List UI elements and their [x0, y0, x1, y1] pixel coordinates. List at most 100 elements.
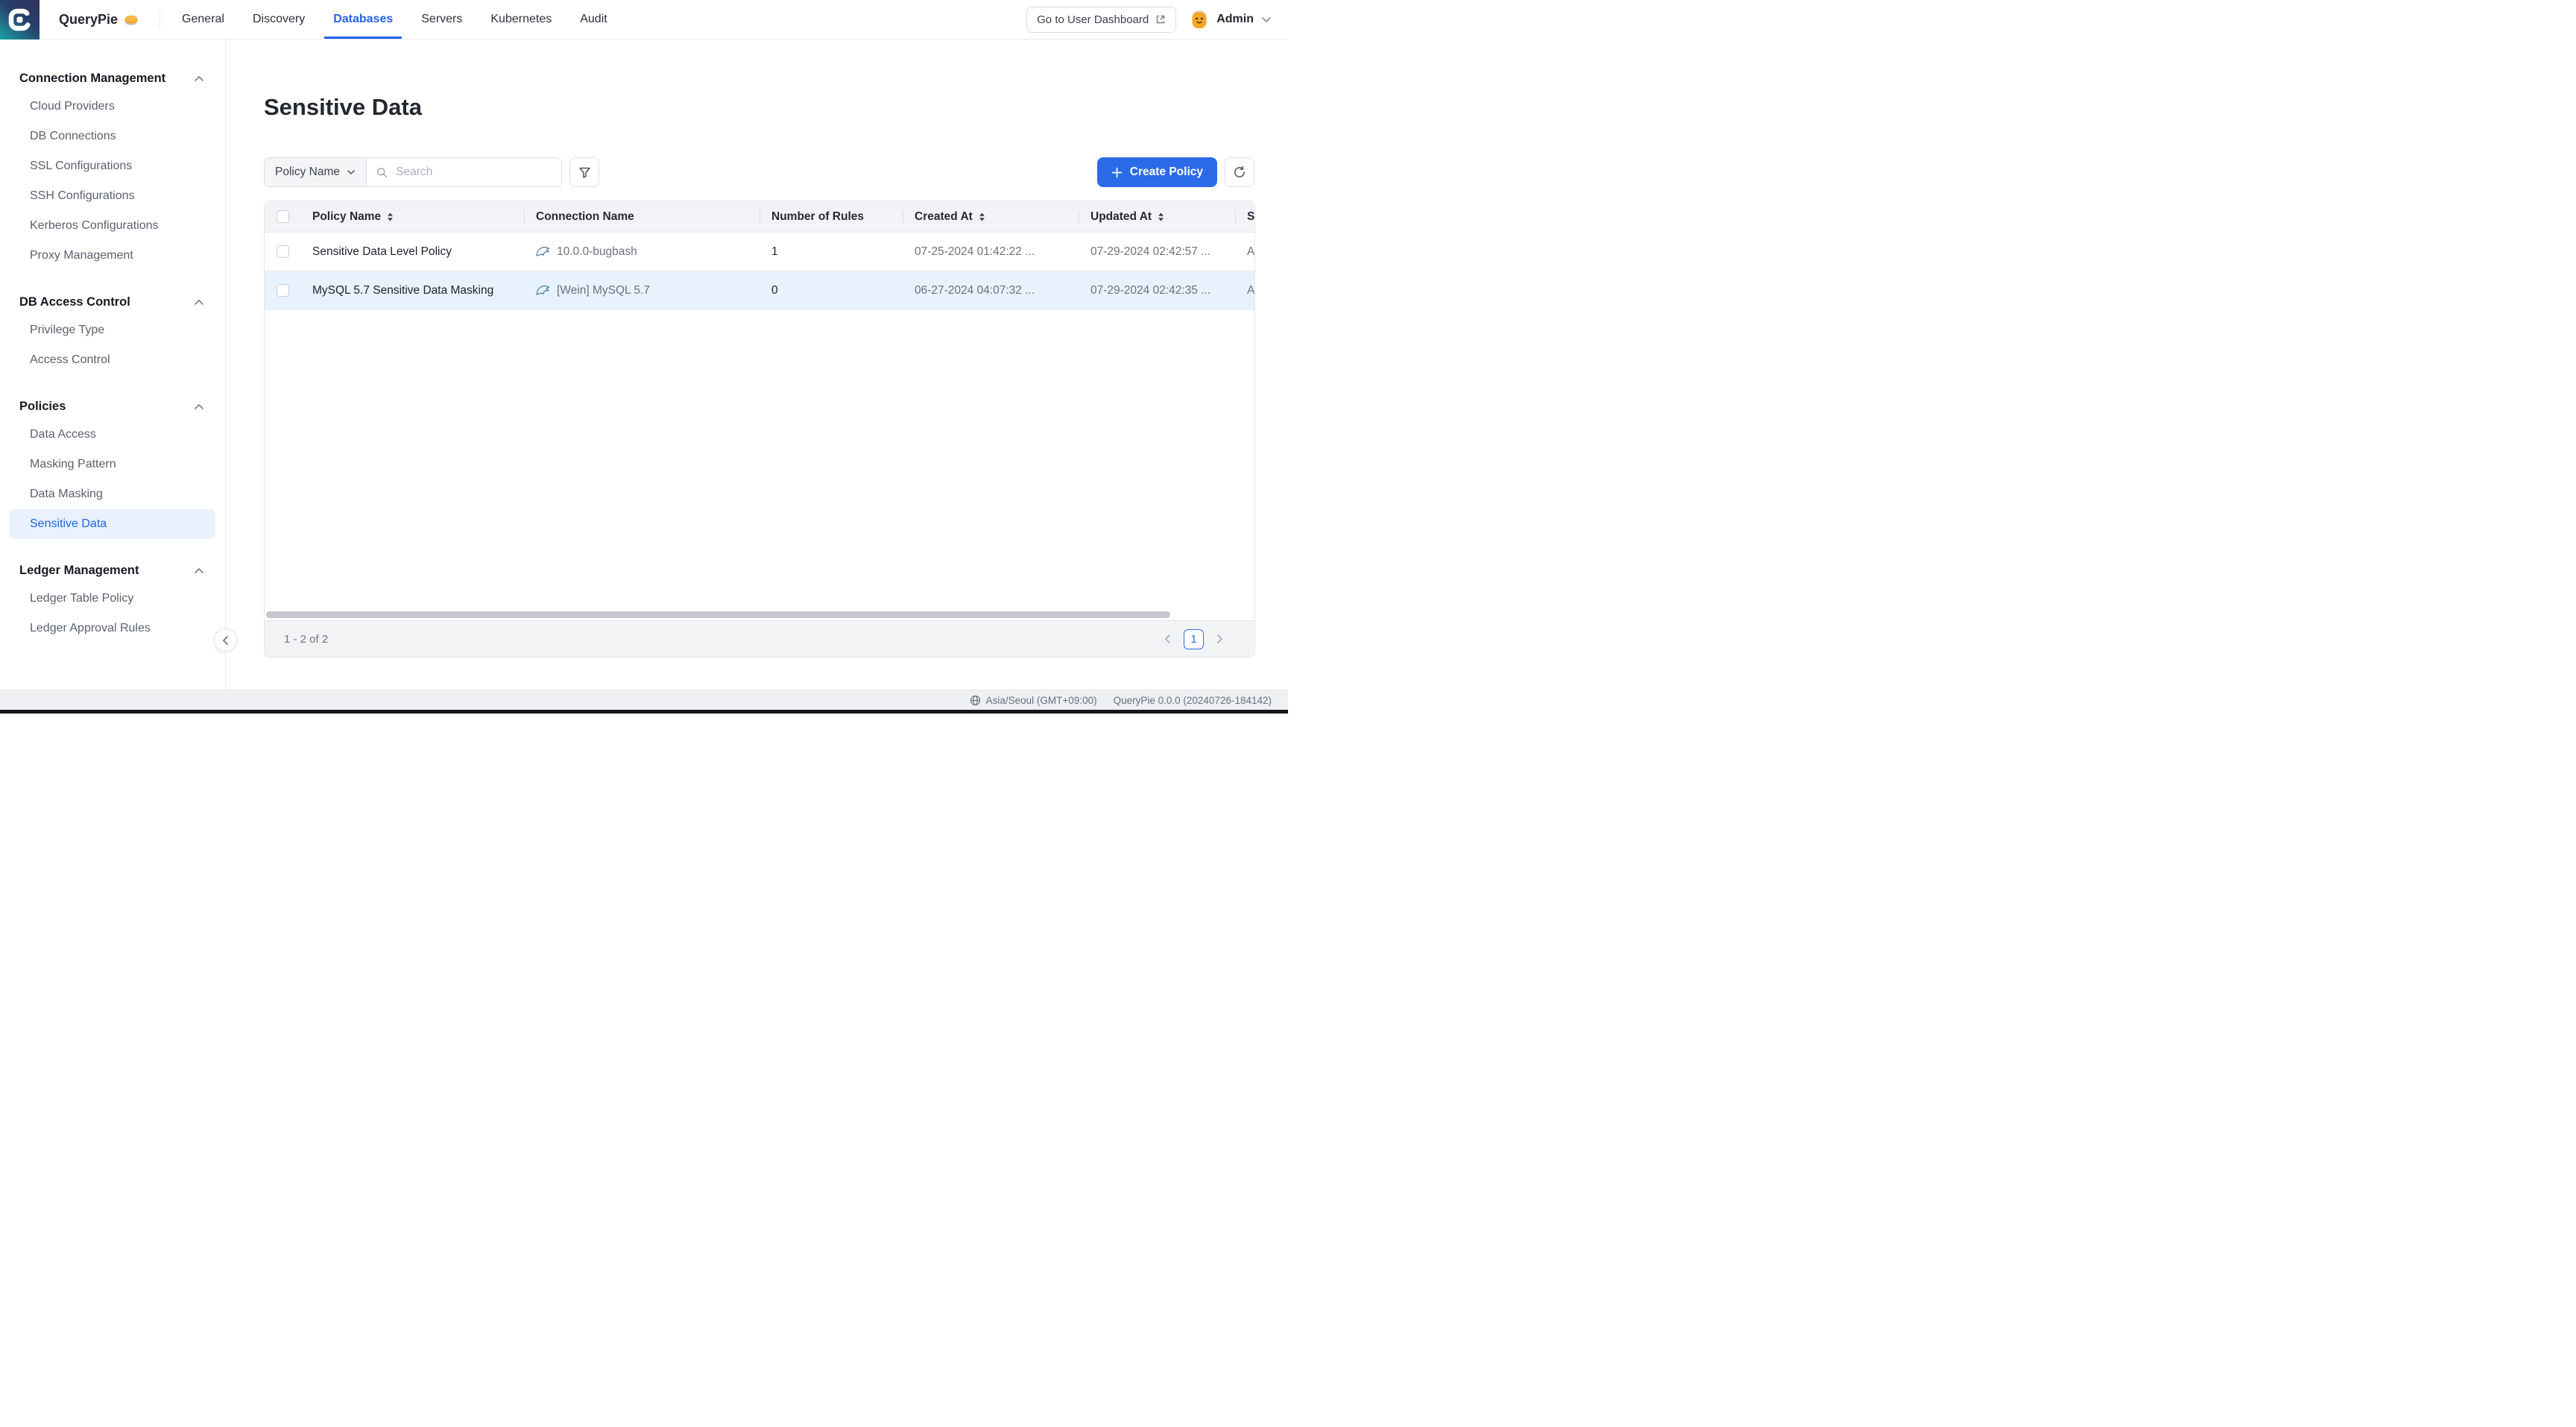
previous-page-button[interactable]	[1164, 634, 1171, 644]
column-header-updated-at[interactable]: Updated At	[1079, 201, 1235, 232]
plus-icon	[1111, 167, 1123, 178]
mysql-dolphin-icon	[536, 285, 550, 296]
section-title: Policies	[19, 400, 66, 414]
table-row[interactable]: Sensitive Data Level Policy 10.0.0-bugba…	[265, 233, 1255, 271]
avatar	[1190, 10, 1209, 29]
refresh-button[interactable]	[1225, 157, 1254, 187]
section-header-policies[interactable]: Policies	[0, 393, 225, 420]
column-header-policy-name[interactable]: Policy Name	[300, 201, 524, 232]
tab-audit[interactable]: Audit	[571, 0, 616, 39]
horizontal-scrollbar	[265, 610, 1254, 620]
sidebar-item-data-masking[interactable]: Data Masking	[10, 479, 215, 509]
sidebar-item-sensitive-data[interactable]: Sensitive Data	[10, 509, 215, 539]
section-title: Connection Management	[19, 72, 165, 86]
row-checkbox-cell	[265, 271, 300, 309]
section-header-ledger-management[interactable]: Ledger Management	[0, 557, 225, 584]
sidebar-item-ssh-configurations[interactable]: SSH Configurations	[10, 181, 215, 211]
row-checkbox[interactable]	[277, 245, 289, 258]
select-all-checkbox[interactable]	[277, 210, 289, 223]
toolbar: Policy Name Create Policy	[264, 157, 1254, 187]
go-to-user-dashboard-button[interactable]: Go to User Dashboard	[1026, 7, 1176, 33]
section-connection-management: Connection Management Cloud Providers DB…	[0, 65, 225, 271]
sidebar-item-data-access[interactable]: Data Access	[10, 420, 215, 450]
chevron-left-icon	[222, 635, 229, 646]
create-policy-button[interactable]: Create Policy	[1097, 157, 1217, 187]
sidebar-item-cloud-providers[interactable]: Cloud Providers	[10, 92, 215, 122]
column-header-connection-name[interactable]: Connection Name	[524, 201, 760, 232]
sidebar-item-ledger-approval-rules[interactable]: Ledger Approval Rules	[10, 614, 215, 643]
chevron-up-icon	[194, 299, 204, 306]
querypie-logo-icon[interactable]	[0, 0, 40, 40]
column-label: Policy Name	[312, 210, 381, 224]
sidebar-item-ledger-table-policy[interactable]: Ledger Table Policy	[10, 584, 215, 614]
search-field-selector-value: Policy Name	[275, 166, 340, 179]
column-label: Connection Name	[536, 210, 634, 224]
filter-funnel-icon	[578, 166, 591, 179]
chevron-down-icon	[1261, 16, 1272, 23]
go-to-user-dashboard-label: Go to User Dashboard	[1037, 13, 1149, 26]
search-group: Policy Name	[264, 157, 562, 187]
column-header-truncated[interactable]: S	[1235, 201, 1255, 232]
chevron-down-icon	[347, 169, 356, 175]
search-icon	[376, 166, 388, 179]
pie-icon	[124, 13, 139, 26]
tab-kubernetes[interactable]: Kubernetes	[482, 0, 561, 39]
search-field-selector[interactable]: Policy Name	[265, 158, 367, 186]
sort-icon	[1158, 212, 1164, 221]
chevron-right-icon	[1216, 634, 1223, 644]
sidebar-item-privilege-type[interactable]: Privilege Type	[10, 315, 215, 345]
created-at-cell: 07-25-2024 01:42:22 ...	[903, 233, 1079, 271]
section-header-connection-management[interactable]: Connection Management	[0, 65, 225, 92]
sidebar-item-masking-pattern[interactable]: Masking Pattern	[10, 450, 215, 479]
policies-table: Policy Name Connection Name Number of Ru…	[264, 201, 1255, 658]
filter-button[interactable]	[569, 157, 599, 187]
connection-name-cell: [Wein] MySQL 5.7	[524, 271, 760, 309]
sidebar-item-proxy-management[interactable]: Proxy Management	[10, 241, 215, 271]
chevron-up-icon	[194, 567, 204, 574]
sidebar-item-db-connections[interactable]: DB Connections	[10, 122, 215, 151]
truncated-cell: A	[1235, 271, 1255, 309]
number-of-rules-cell: 1	[760, 233, 903, 271]
next-page-button[interactable]	[1216, 634, 1223, 644]
policy-name-cell: MySQL 5.7 Sensitive Data Masking	[300, 271, 524, 309]
column-label: Updated At	[1090, 210, 1152, 224]
row-checkbox[interactable]	[277, 284, 289, 297]
tab-general[interactable]: General	[173, 0, 233, 39]
bottom-dark-strip	[0, 710, 1288, 714]
number-of-rules-cell: 0	[760, 271, 903, 309]
table-empty-area	[265, 310, 1255, 610]
sidebar-item-kerberos-configurations[interactable]: Kerberos Configurations	[10, 211, 215, 241]
topbar-right: Go to User Dashboard Admin	[1026, 0, 1288, 39]
sidebar-item-ssl-configurations[interactable]: SSL Configurations	[10, 151, 215, 181]
tab-discovery[interactable]: Discovery	[244, 0, 314, 39]
status-bar: Asia/Seoul (GMT+09:00) QueryPie 0.0.0 (2…	[0, 690, 1288, 710]
horizontal-scrollbar-thumb[interactable]	[266, 611, 1170, 618]
column-header-created-at[interactable]: Created At	[903, 201, 1079, 232]
column-header-number-of-rules[interactable]: Number of Rules	[760, 201, 903, 232]
pagination-controls: 1	[1164, 629, 1235, 649]
sidebar-collapse-button[interactable]	[214, 629, 237, 652]
section-header-db-access-control[interactable]: DB Access Control	[0, 289, 225, 315]
page-number-button[interactable]: 1	[1184, 629, 1204, 649]
refresh-icon	[1233, 166, 1246, 179]
connection-name: [Wein] MySQL 5.7	[557, 284, 650, 297]
updated-at-cell: 07-29-2024 02:42:57 ...	[1079, 233, 1235, 271]
page-title: Sensitive Data	[264, 94, 422, 121]
pagination-bar: 1 - 2 of 2 1	[265, 620, 1254, 657]
sidebar-item-access-control[interactable]: Access Control	[10, 345, 215, 375]
tab-databases[interactable]: Databases	[324, 0, 402, 39]
chevron-left-icon	[1164, 634, 1171, 644]
sidebar: Connection Management Cloud Providers DB…	[0, 40, 226, 690]
select-all-cell	[265, 201, 300, 232]
search-input[interactable]	[394, 165, 552, 180]
user-name: Admin	[1216, 13, 1254, 26]
user-menu[interactable]: Admin	[1190, 10, 1272, 29]
table-row[interactable]: MySQL 5.7 Sensitive Data Masking [Wein] …	[265, 271, 1255, 310]
search-box	[367, 158, 561, 186]
create-policy-label: Create Policy	[1130, 166, 1203, 179]
primary-nav: General Discovery Databases Servers Kube…	[168, 0, 622, 39]
timezone-text: Asia/Seoul (GMT+09:00)	[986, 695, 1097, 706]
tab-servers[interactable]: Servers	[412, 0, 471, 39]
pagination-range: 1 - 2 of 2	[284, 633, 328, 646]
globe-icon	[970, 695, 981, 706]
